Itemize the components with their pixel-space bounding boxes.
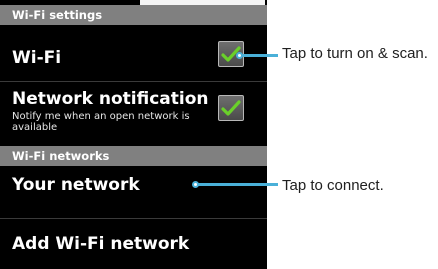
network-notification-checkbox[interactable] [218, 95, 244, 121]
network-item-your-network[interactable]: Your network [0, 166, 267, 218]
callout-line-turn-on [242, 54, 278, 57]
network-item-label: Your network [12, 175, 140, 195]
add-wifi-network-item[interactable]: Add Wi-Fi network [0, 219, 267, 269]
network-notification-summary: Notify me when an open network is availa… [12, 111, 190, 133]
network-notification-label: Network notification [12, 89, 209, 109]
section-header-wifi-networks: Wi-Fi networks [0, 146, 267, 166]
callout-tap-to-connect: Tap to connect. [282, 177, 384, 194]
callout-turn-on-scan: Tap to turn on & scan. [282, 45, 428, 62]
phone-screen: Wi-Fi settings Wi-Fi Network notificatio… [0, 0, 267, 269]
wifi-label: Wi-Fi [12, 48, 62, 68]
callout-line-connect [198, 183, 278, 186]
network-notification-row[interactable]: Network notification Notify me when an o… [0, 82, 267, 146]
section-header-wifi-settings: Wi-Fi settings [0, 5, 267, 25]
add-wifi-network-label: Add Wi-Fi network [12, 234, 190, 254]
wifi-toggle-row[interactable]: Wi-Fi [0, 25, 267, 80]
check-icon [221, 100, 241, 116]
